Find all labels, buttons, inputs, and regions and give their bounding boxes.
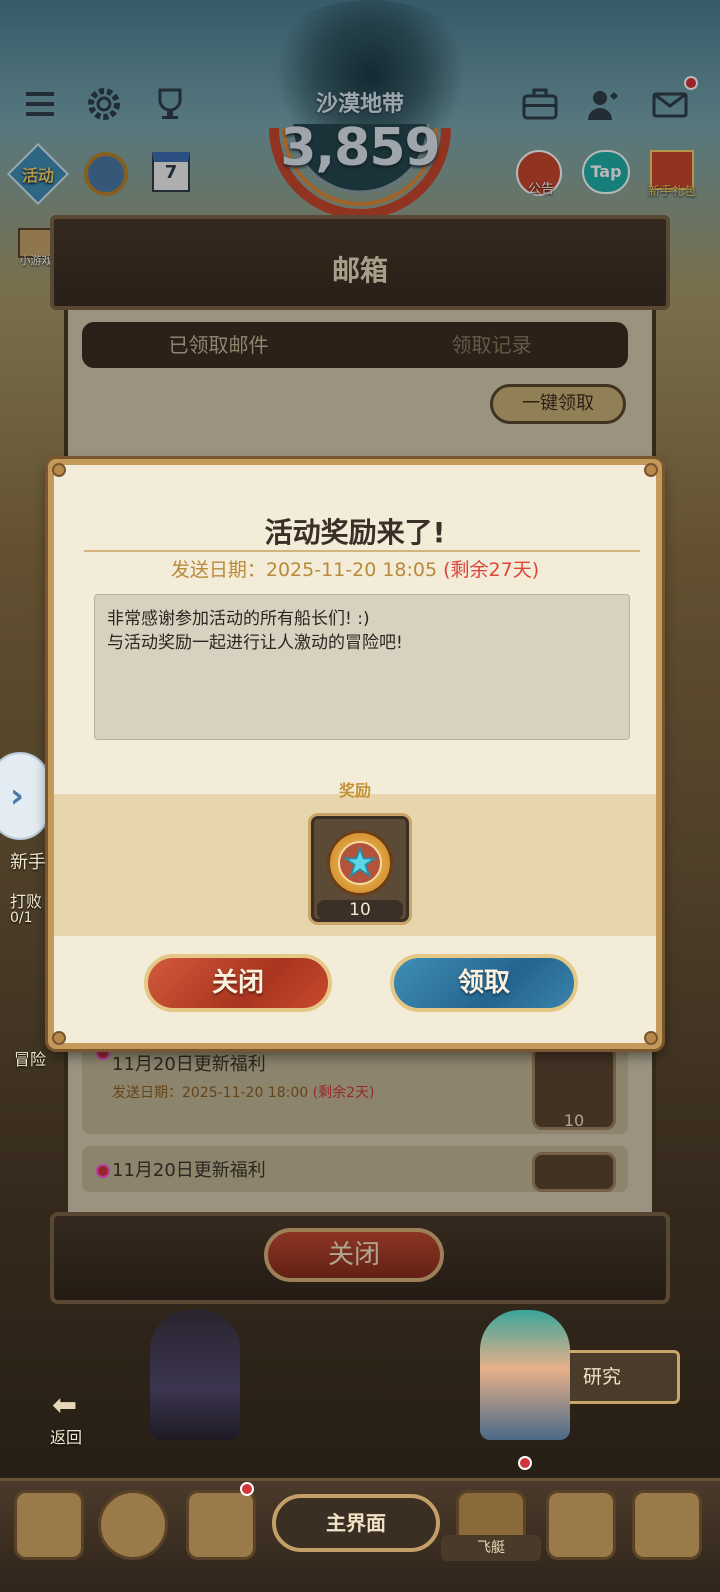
- back-label[interactable]: 返回: [50, 1424, 82, 1448]
- reward-item[interactable]: 10: [308, 813, 412, 925]
- nav-compass-icon[interactable]: [14, 1490, 84, 1560]
- nav-airship-badge: [518, 1456, 532, 1470]
- nav-shop-icon[interactable]: [632, 1490, 702, 1560]
- star-icon: [342, 845, 378, 879]
- dialog-claim-button[interactable]: 领取: [390, 954, 578, 1012]
- newbie-label: 新手: [10, 852, 46, 873]
- message-line: 非常感谢参加活动的所有船长们! :): [107, 609, 370, 629]
- nav-main-button[interactable]: 主界面: [272, 1494, 440, 1552]
- quest-label: 打败: [10, 892, 43, 911]
- reward-dialog: 活动奖励来了! 发送日期：2025-11-20 18:05 (剩余27天) 非常…: [48, 459, 662, 1049]
- chevron-right-icon: ›: [10, 776, 25, 816]
- nav-airship-label: 飞艇: [441, 1535, 541, 1561]
- back-arrow-icon[interactable]: ⬅: [52, 1388, 77, 1423]
- title-divider: [84, 550, 640, 552]
- message-box: 非常感谢参加活动的所有船长们! :) 与活动奖励一起进行让人激动的冒险吧!: [94, 594, 630, 740]
- nav-propeller-icon[interactable]: [98, 1490, 168, 1560]
- crew-character: [480, 1310, 570, 1440]
- dialog-close-button[interactable]: 关闭: [144, 954, 332, 1012]
- dialog-corner: [644, 463, 658, 477]
- nav-rank-icon[interactable]: [546, 1490, 616, 1560]
- reward-label: 奖励: [338, 781, 371, 800]
- captain-character: [150, 1310, 240, 1440]
- reward-quantity: 10: [317, 900, 403, 920]
- dialog-corner: [52, 1031, 66, 1045]
- dialog-corner: [644, 1031, 658, 1045]
- remaining-days: (剩余27天): [443, 559, 540, 581]
- quest-progress: 0/1: [10, 910, 33, 926]
- star-coin-icon: [327, 830, 393, 896]
- adventure-label: 冒险: [14, 1050, 47, 1069]
- dialog-corner: [52, 463, 66, 477]
- dialog-title: 活动奖励来了!: [264, 516, 446, 549]
- message-line: 与活动奖励一起进行让人激动的冒险吧!: [107, 633, 403, 653]
- expand-side-button[interactable]: ›: [0, 752, 50, 840]
- nav-banner-badge: [240, 1482, 254, 1496]
- nav-banner-icon[interactable]: [186, 1490, 256, 1560]
- dialog-send-date: 发送日期：2025-11-20 18:05 (剩余27天): [170, 559, 540, 581]
